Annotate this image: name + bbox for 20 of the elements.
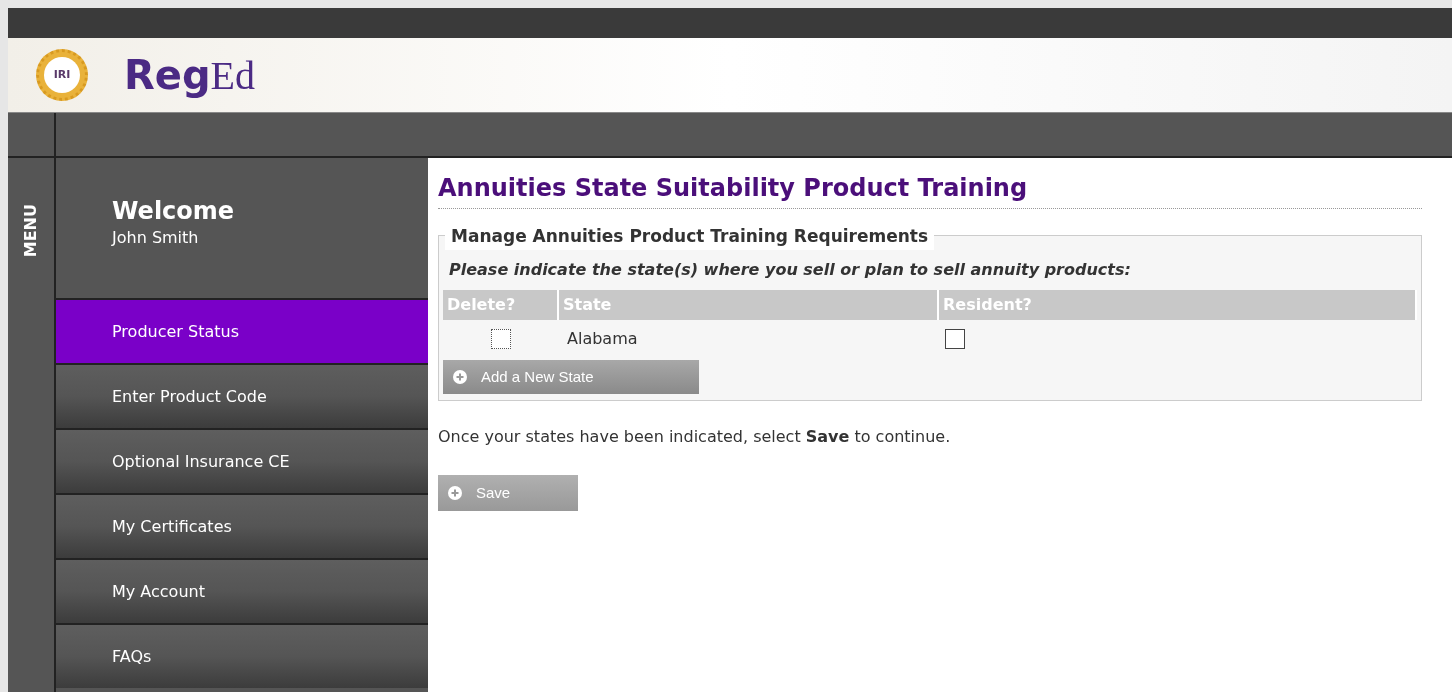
sidebar-item[interactable]: Producer Status <box>56 298 428 363</box>
plus-icon <box>453 370 467 384</box>
user-name: John Smith <box>112 227 200 249</box>
page-title: Annuities State Suitability Product Training <box>438 170 1422 209</box>
sidebar-item[interactable]: Enter Product Code <box>56 363 428 428</box>
sidebar-item[interactable]: FAQs <box>56 623 428 688</box>
logo-badge-text: IRI <box>53 66 71 83</box>
menu-label[interactable]: MENU <box>19 204 43 258</box>
plus-icon <box>448 486 462 500</box>
welcome-title: Welcome <box>112 196 236 226</box>
sidebar-item[interactable]: Optional Insurance CE <box>56 428 428 493</box>
instruction-text: Please indicate the state(s) where you sell or plan to sell annuity products: <box>448 259 1132 281</box>
checkbox[interactable] <box>945 329 965 349</box>
sidebar-item[interactable]: My Certificates <box>56 493 428 558</box>
sidebar-item[interactable]: My Account <box>56 558 428 623</box>
instruction-note: Once your states have been indicated, select Save to continue. <box>438 426 952 448</box>
menu-rail[interactable]: MENU <box>8 158 56 692</box>
table-cell-text: Alabama <box>566 328 639 350</box>
logo-wordmark: RegEd <box>124 54 255 96</box>
checkbox[interactable] <box>491 329 511 349</box>
